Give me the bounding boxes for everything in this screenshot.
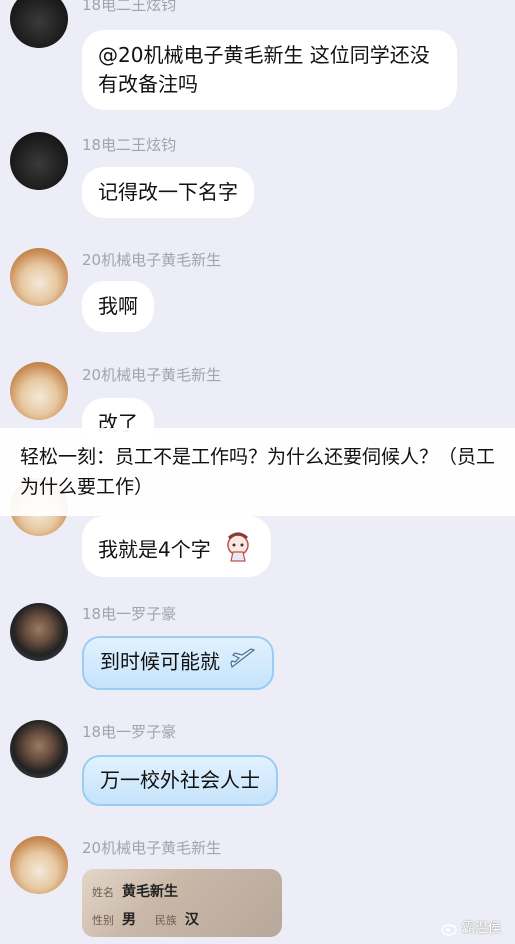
id-card-image[interactable]: 姓名 黄毛新生 性别男 民族汉: [82, 869, 282, 937]
caption-banner: 轻松一刻：员工不是工作吗？为什么还要伺候人？（员工为什么要工作）: [0, 428, 515, 516]
message-text: 我就是4个字: [98, 537, 211, 562]
message-text: 我啊: [98, 294, 138, 318]
sender-name: 18电一罗子豪: [82, 723, 177, 741]
message-bubble[interactable]: 记得改一下名字: [82, 167, 254, 218]
sender-name: 20机械电子黄毛新生: [82, 839, 222, 857]
caption-text: 轻松一刻：员工不是工作吗？为什么还要伺候人？（员工为什么要工作）: [20, 446, 496, 498]
id-name-value: 黄毛新生: [122, 884, 178, 900]
message-bubble[interactable]: 万一校外社会人士: [82, 755, 278, 806]
message-bubble[interactable]: 到时候可能就: [82, 636, 275, 690]
id-ethnicity-label: 民族: [154, 914, 177, 927]
avatar[interactable]: [10, 362, 68, 420]
avatar[interactable]: [10, 248, 68, 306]
id-ethnicity-value: 汉: [184, 912, 199, 928]
sender-name: 18电二王炫钧: [82, 0, 177, 14]
message-text: 万一校外社会人士: [100, 768, 260, 792]
message-bubble[interactable]: 我啊: [82, 281, 154, 332]
cartoon-sticker-icon: [221, 532, 255, 570]
sender-name: 18电一罗子豪: [82, 605, 177, 623]
sender-name: 20机械电子黄毛新生: [82, 251, 222, 269]
sender-name: 18电二王炫钧: [82, 136, 177, 154]
sender-name: 20机械电子黄毛新生: [82, 366, 222, 384]
message-text: @20机械电子黄毛新生 这位同学还没有改备注吗: [98, 43, 430, 96]
watermark: 霸温侯: [441, 917, 501, 936]
avatar[interactable]: [10, 0, 68, 48]
id-gender-value: 男: [122, 912, 136, 928]
airplane-icon: [230, 647, 256, 679]
message-text: 到时候可能就: [100, 649, 220, 674]
message-text: 记得改一下名字: [98, 180, 238, 204]
avatar[interactable]: [10, 720, 68, 778]
avatar[interactable]: [10, 836, 68, 894]
message-bubble[interactable]: @20机械电子黄毛新生 这位同学还没有改备注吗: [82, 30, 457, 110]
avatar[interactable]: [10, 603, 68, 661]
id-name-label: 姓名: [92, 886, 114, 899]
message-bubble[interactable]: 我就是4个字: [82, 516, 272, 577]
avatar[interactable]: [10, 132, 68, 190]
weibo-icon: [441, 922, 459, 936]
id-gender-label: 性别: [92, 914, 114, 927]
watermark-text: 霸温侯: [461, 921, 501, 936]
